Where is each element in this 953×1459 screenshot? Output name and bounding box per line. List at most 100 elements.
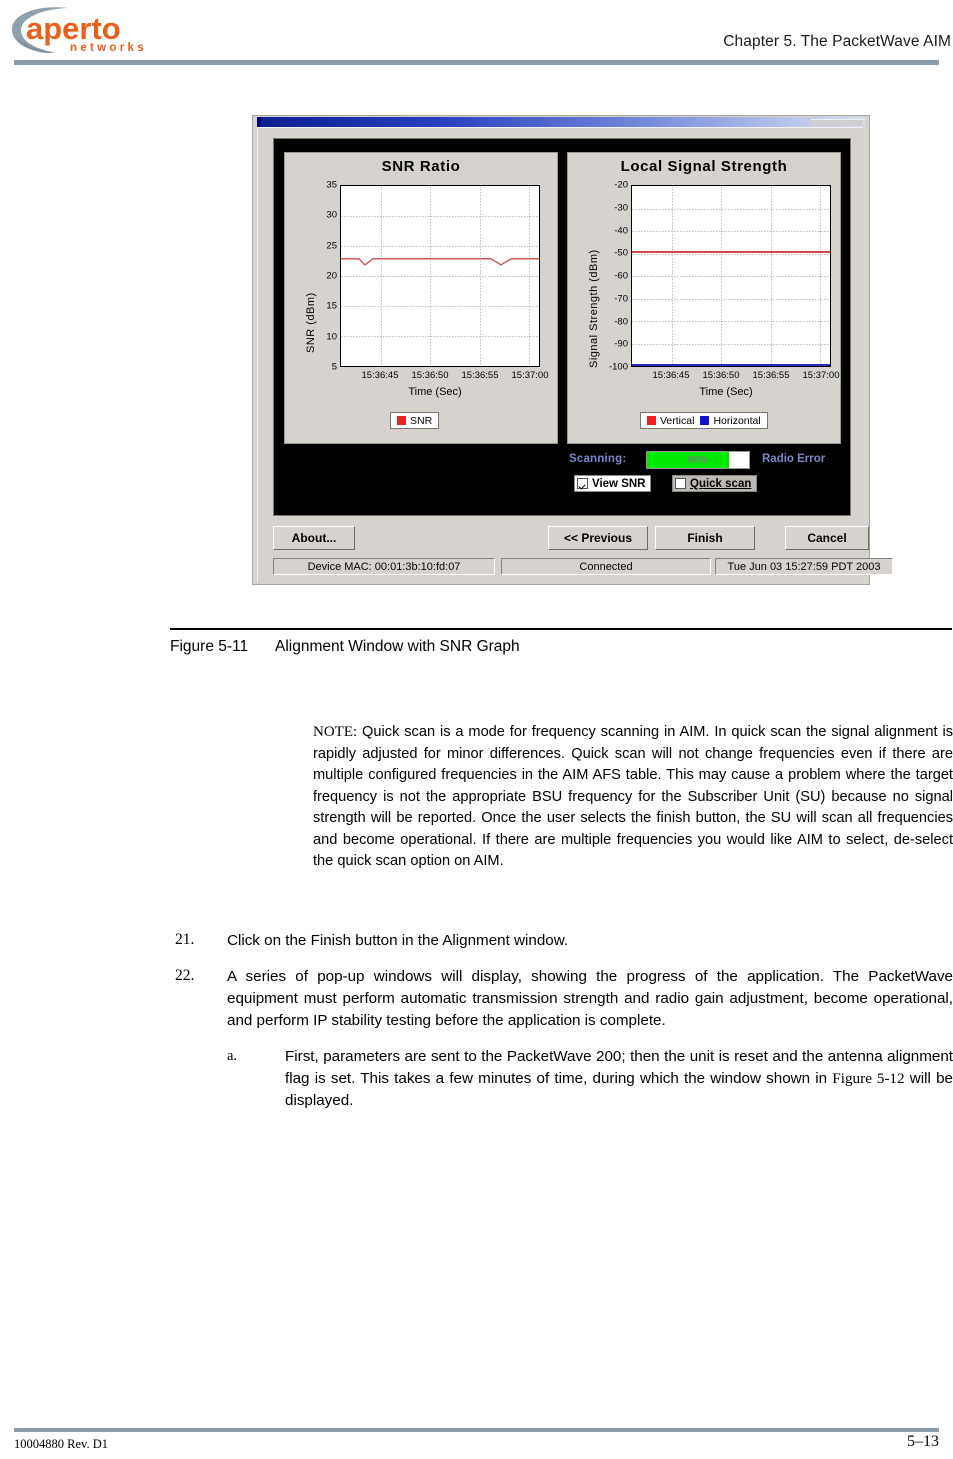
x-tick-row-signal: 15:36:45 15:36:50 15:36:55 15:37:00 — [631, 370, 840, 384]
titlebar-app-icon — [257, 117, 261, 127]
window-control-buttons[interactable] — [811, 119, 863, 126]
view-snr-label: View SNR — [592, 477, 646, 490]
x-axis-label-snr: Time (Sec) — [408, 386, 462, 398]
y-tick: 30 — [326, 209, 337, 221]
quick-scan-label: Quick scan — [690, 477, 752, 490]
x-tick: 15:36:45 — [652, 370, 690, 381]
scan-progress-value: 80% — [687, 454, 709, 466]
legend-swatch-vertical-icon — [647, 416, 656, 425]
sub-list-item: a. First, parameters are sent to the Pac… — [227, 1046, 953, 1112]
plot-area-snr — [340, 185, 540, 367]
status-timestamp: Tue Jun 03 15:27:59 PDT 2003 — [715, 558, 893, 575]
y-tick: 25 — [326, 240, 337, 252]
view-snr-checkbox[interactable]: View SNR — [574, 475, 652, 492]
legend-item: Horizontal — [700, 414, 761, 427]
figure-alignment-window: SNR Ratio SNR (dBm) 35 30 25 20 15 10 5 — [252, 115, 893, 585]
legend-label: SNR — [410, 414, 433, 427]
legend-swatch-snr-icon — [397, 416, 406, 425]
legend-item: SNR — [397, 415, 432, 427]
x-tick: 15:37:00 — [511, 370, 549, 381]
y-tick: -70 — [614, 293, 628, 305]
sub-list-item-text: First, parameters are sent to the Packet… — [285, 1046, 953, 1112]
sub-list-item-number: a. — [227, 1048, 238, 1064]
dialog-button-row: About... << Previous Finish Cancel — [273, 526, 869, 551]
legend-signal: Vertical Horizontal — [640, 412, 768, 429]
x-tick: 15:37:00 — [802, 370, 840, 381]
x-tick-row-snr: 15:36:45 15:36:50 15:36:55 15:37:00 — [340, 370, 549, 384]
x-tick: 15:36:45 — [361, 370, 399, 381]
status-connection: Connected — [501, 558, 711, 575]
x-axis-label-signal: Time (Sec) — [699, 386, 753, 398]
finish-button[interactable]: Finish — [655, 526, 755, 550]
y-tick: 20 — [326, 270, 337, 282]
scanning-label: Scanning: — [569, 453, 627, 465]
legend-snr: SNR — [390, 412, 440, 429]
x-tick: 15:36:55 — [752, 370, 790, 381]
svg-text:aperto: aperto — [26, 11, 121, 46]
chart-title-snr: SNR Ratio — [381, 158, 461, 175]
note-block: NOTE: Quick scan is a mode for frequency… — [313, 722, 953, 873]
radio-error-label: Radio Error — [762, 453, 826, 465]
note-text: Quick scan is a mode for frequency scann… — [313, 724, 953, 869]
y-tick: -20 — [614, 179, 628, 191]
dialog-body: SNR Ratio SNR (dBm) 35 30 25 20 15 10 5 — [257, 127, 893, 582]
y-tick: -100 — [608, 361, 628, 373]
checkbox-checked-icon — [577, 478, 588, 489]
header-rule — [14, 60, 939, 65]
footer-document-id: 10004880 Rev. D1 — [14, 1437, 108, 1451]
legend-label: Vertical — [660, 414, 695, 427]
list-item-number: 21. — [175, 931, 195, 948]
figure-caption-label: Figure 5-11 — [170, 638, 249, 655]
list-item-text: Click on the Finish button in the Alignm… — [227, 932, 569, 949]
legend-label: Horizontal — [713, 414, 761, 427]
y-tick: -80 — [614, 316, 628, 327]
cancel-button[interactable]: Cancel — [785, 526, 869, 550]
y-tick: 5 — [331, 361, 337, 373]
figure-caption-text: Alignment Window with SNR Graph — [275, 638, 520, 655]
procedure-list: 21. Click on the Finish button in the Al… — [175, 930, 953, 1112]
chart-title-signal: Local Signal Strength — [620, 158, 788, 175]
quick-scan-checkbox[interactable]: Quick scan — [672, 475, 758, 492]
series-line-snr — [341, 258, 539, 266]
y-tick: -90 — [614, 338, 628, 350]
list-item-number: 22. — [175, 967, 195, 984]
list-item-text: A series of pop-up windows will display,… — [227, 968, 953, 1029]
figure-cross-reference[interactable]: Figure 5-12 — [832, 1070, 904, 1087]
checkbox-unchecked-icon — [675, 478, 686, 489]
series-line-horizontal — [632, 364, 830, 366]
legend-item: Vertical — [647, 415, 694, 427]
footer-rule — [14, 1428, 939, 1432]
dialog-titlebar — [257, 117, 865, 127]
list-item: 22. A series of pop-up windows will disp… — [175, 966, 953, 1032]
plot-area-signal — [631, 185, 831, 367]
series-line-vertical — [632, 251, 830, 253]
about-button[interactable]: About... — [273, 526, 355, 550]
y-tick-column-signal: -20 -30 -40 -50 -60 -70 -80 -90 -100 — [592, 180, 628, 373]
y-tick: -40 — [614, 225, 628, 236]
y-tick: 10 — [326, 331, 337, 343]
svg-text:networks: networks — [70, 42, 147, 54]
list-item: 21. Click on the Finish button in the Al… — [175, 930, 953, 952]
status-device-mac: Device MAC: 00:01:3b:10:fd:07 — [273, 558, 495, 575]
previous-button[interactable]: << Previous — [548, 526, 648, 550]
x-tick: 15:36:50 — [702, 370, 740, 381]
note-prefix: NOTE: — [313, 724, 358, 740]
dialog-status-bar: Device MAC: 00:01:3b:10:fd:07 Connected … — [273, 558, 893, 575]
legend-swatch-horizontal-icon — [700, 416, 710, 425]
chart-local-signal-strength: Local Signal Strength Signal Strength (d… — [567, 152, 841, 444]
page-header: aperto networks Chapter 5. The PacketWav… — [0, 0, 953, 66]
chart-snr-ratio: SNR Ratio SNR (dBm) 35 30 25 20 15 10 5 — [284, 152, 558, 444]
y-tick: 15 — [326, 300, 337, 312]
caption-rule — [170, 628, 952, 630]
graph-panel: SNR Ratio SNR (dBm) 35 30 25 20 15 10 5 — [273, 138, 851, 516]
figure-caption: Figure 5-11 Alignment Window with SNR Gr… — [170, 638, 952, 656]
sub-procedure-list: a. First, parameters are sent to the Pac… — [227, 1046, 953, 1112]
scan-progress-bar: 80% — [646, 451, 750, 469]
y-tick: -30 — [614, 202, 628, 214]
x-tick: 15:36:55 — [461, 370, 499, 381]
aperto-networks-logo: aperto networks — [8, 4, 198, 56]
scan-controls: Scanning: 80% Radio Error View SNR Quick… — [274, 451, 850, 511]
y-tick: -60 — [614, 270, 628, 282]
y-tick-column-snr: 35 30 25 20 15 10 5 — [307, 180, 337, 373]
y-tick: 35 — [326, 179, 337, 191]
